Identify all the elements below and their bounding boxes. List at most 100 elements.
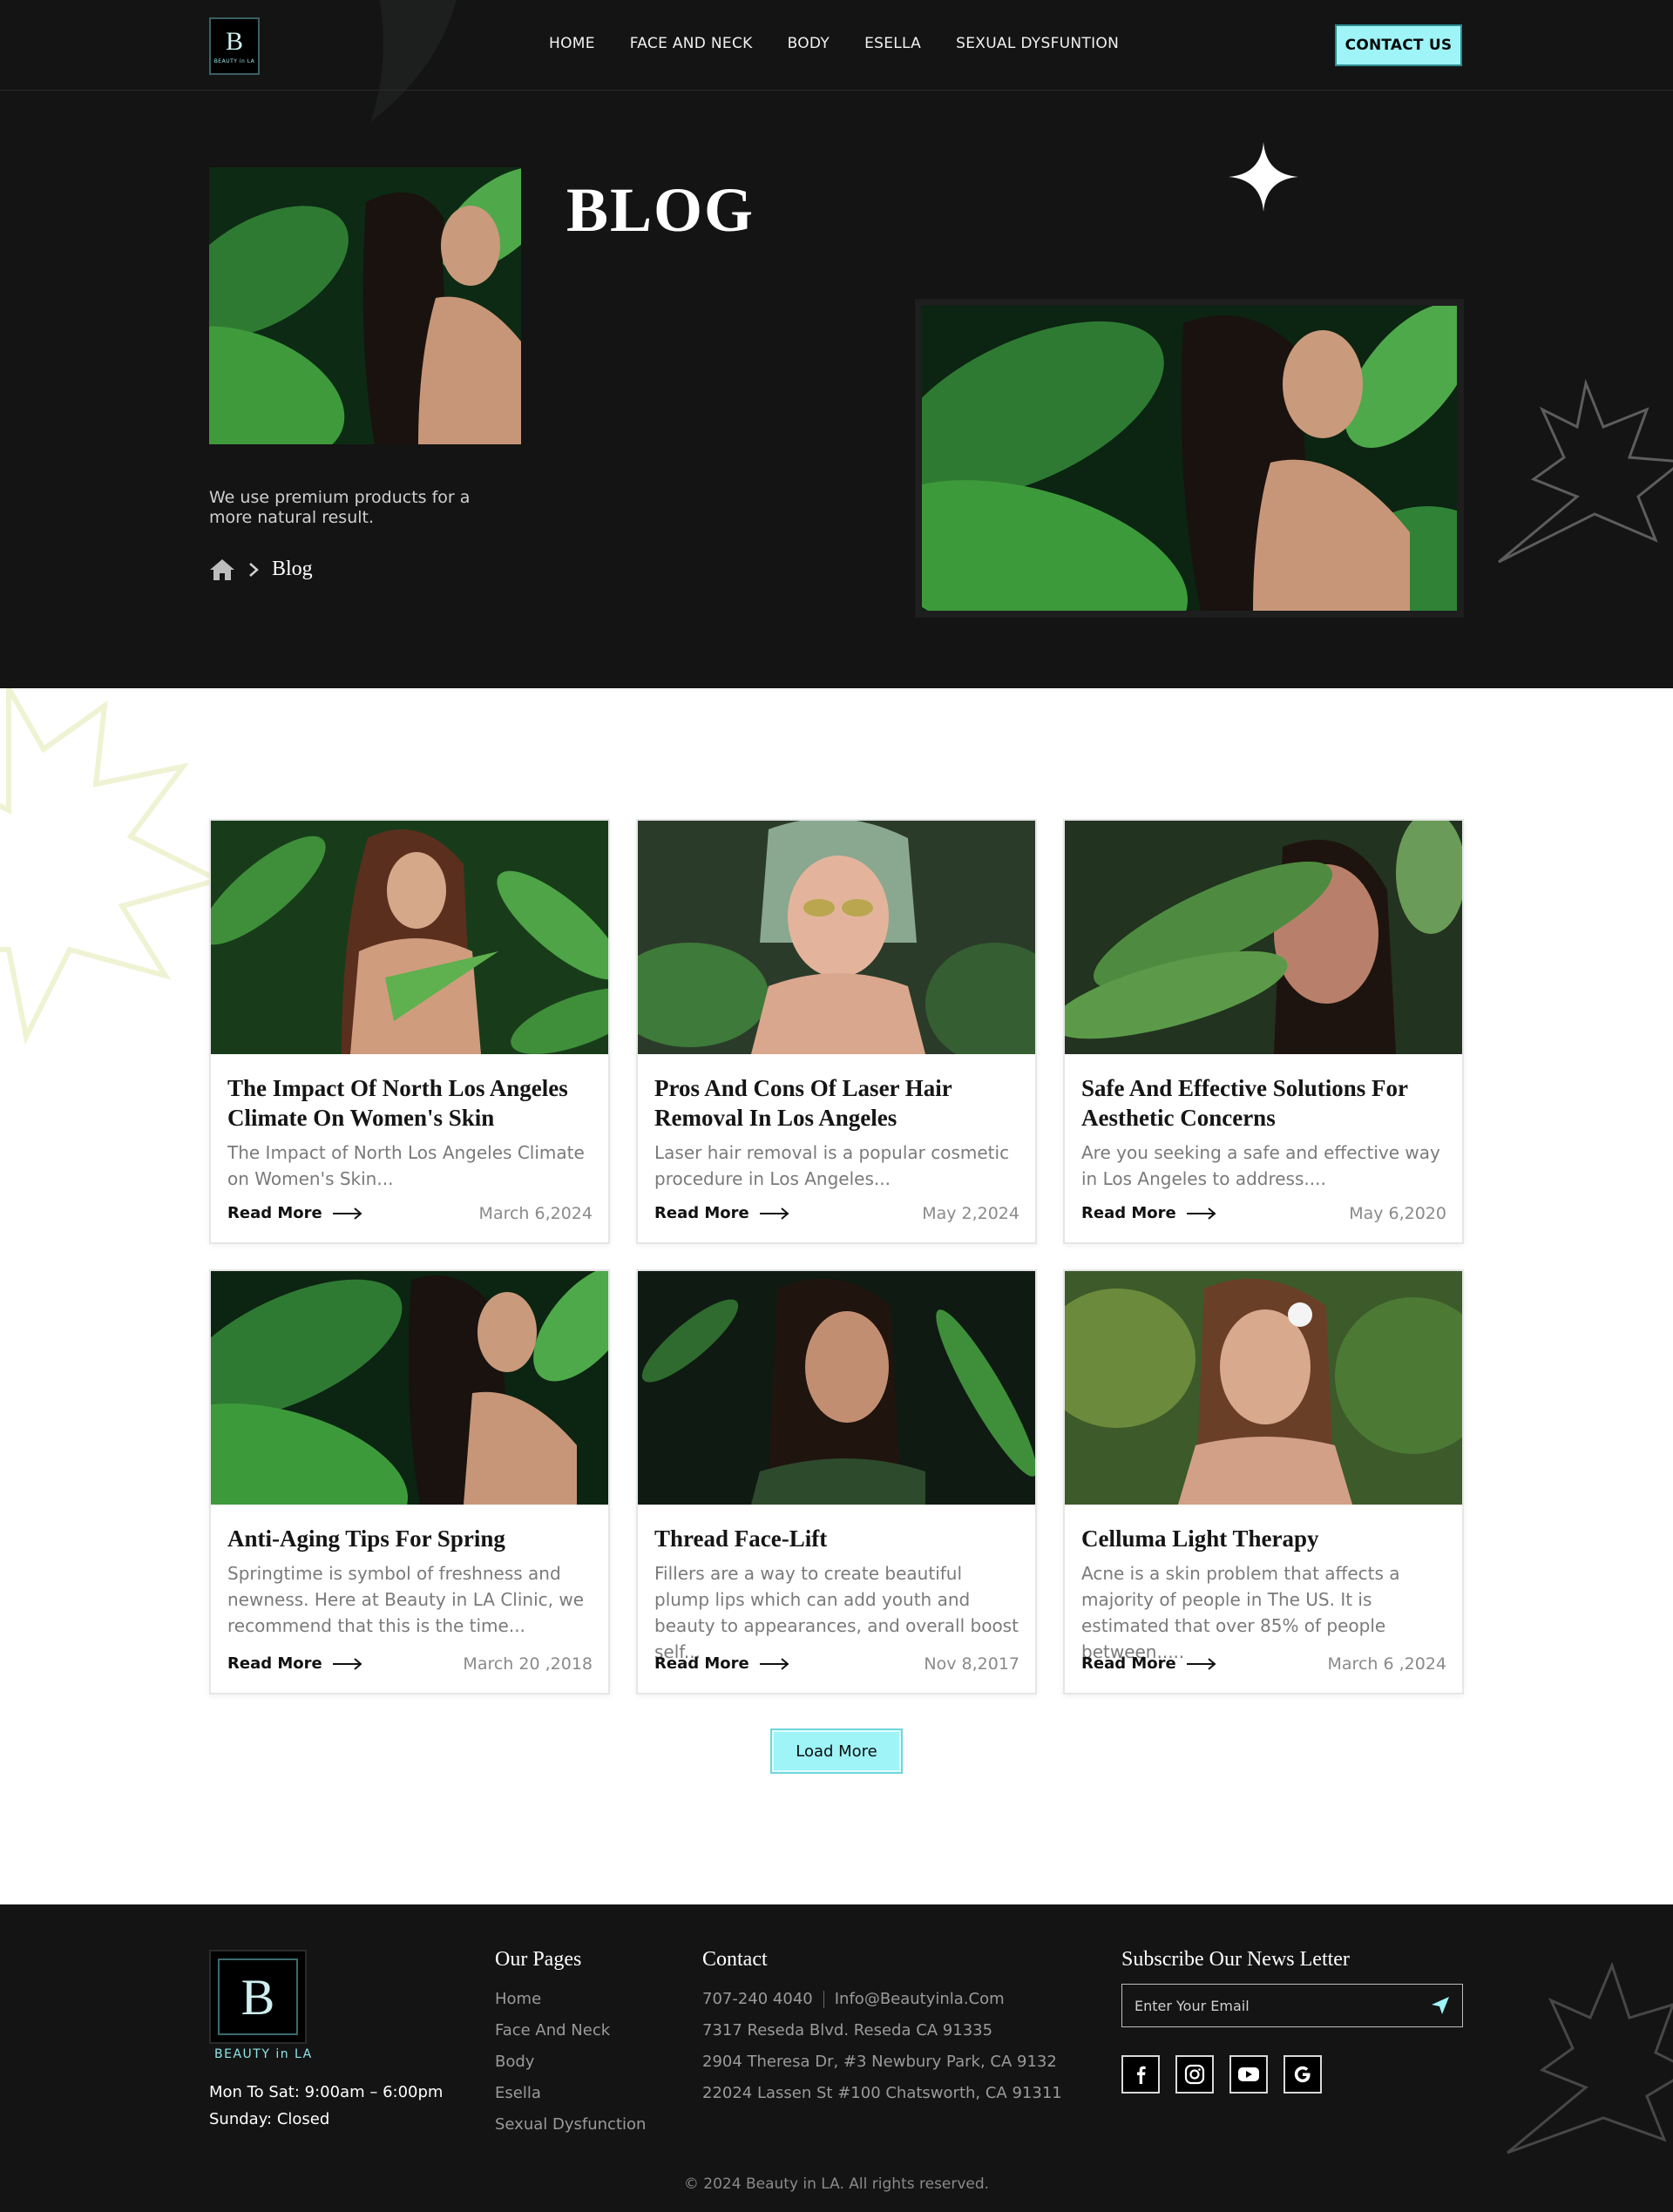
- blog-card[interactable]: Thread Face-Lift Fillers are a way to cr…: [636, 1269, 1037, 1695]
- maple-leaf-decoration-left: [0, 688, 226, 1045]
- contact-phone-email-row: 707-240 4040 Info@Beautyinla.Com: [702, 1984, 1062, 2015]
- footer-link-sexual-dysfunction[interactable]: Sexual Dysfunction: [495, 2109, 646, 2141]
- read-more-link[interactable]: Read More: [227, 1204, 362, 1222]
- social-links: [1121, 2055, 1463, 2094]
- breadcrumb-current: Blog: [272, 558, 313, 580]
- maple-leaf-decoration-footer: [1507, 1961, 1673, 2155]
- blog-card-excerpt: Acne is a skin problem that affects a ma…: [1081, 1563, 1400, 1662]
- read-more-label: Read More: [654, 1654, 749, 1673]
- arrow-right-icon: [332, 1657, 362, 1670]
- footer-link-face-and-neck[interactable]: Face And Neck: [495, 2015, 646, 2046]
- newsletter-email-input[interactable]: [1135, 1997, 1396, 2014]
- nav-body[interactable]: BODY: [788, 35, 830, 52]
- blog-card-title[interactable]: Anti-Aging Tips For Spring: [227, 1524, 593, 1553]
- blog-card-excerpt: Laser hair removal is a popular cosmetic…: [654, 1142, 1010, 1189]
- footer-logo[interactable]: B: [209, 1950, 307, 2044]
- blog-card-title[interactable]: Safe And Effective Solutions For Aesthet…: [1081, 1073, 1447, 1133]
- footer-pages: Our Pages Home Face And Neck Body Esella…: [495, 1948, 646, 2141]
- footer-newsletter: Subscribe Our News Letter: [1121, 1948, 1463, 2094]
- footer-brand: BEAUTY in LA: [214, 2047, 313, 2061]
- read-more-link[interactable]: Read More: [227, 1654, 362, 1673]
- footer-contact: Contact 707-240 4040 Info@Beautyinla.Com…: [702, 1948, 1062, 2109]
- hero-image-large: [915, 299, 1464, 618]
- nav-home[interactable]: HOME: [549, 35, 595, 52]
- blog-card-date: March 6 ,2024: [1327, 1654, 1446, 1674]
- footer-link-home[interactable]: Home: [495, 1984, 646, 2015]
- blog-card-image[interactable]: [1065, 1271, 1462, 1505]
- instagram-icon[interactable]: [1175, 2055, 1214, 2094]
- hours-sunday: Sunday: Closed: [209, 2110, 330, 2128]
- contact-email[interactable]: Info@Beautyinla.Com: [835, 1984, 1005, 2015]
- send-icon[interactable]: [1431, 1996, 1450, 2015]
- blog-card-title[interactable]: The Impact Of North Los Angeles Climate …: [227, 1073, 593, 1133]
- footer-contact-title: Contact: [702, 1948, 768, 1971]
- read-more-label: Read More: [227, 1654, 322, 1673]
- blog-card-title[interactable]: Pros And Cons Of Laser Hair Removal In L…: [654, 1073, 1020, 1133]
- facebook-icon[interactable]: [1121, 2055, 1160, 2094]
- site-logo[interactable]: B BEAUTY in LA: [209, 17, 260, 75]
- chevron-right-icon: [249, 562, 259, 577]
- main-nav: HOME FACE AND NECK BODY ESELLA SEXUAL DY…: [549, 35, 1119, 52]
- copyright: © 2024 Beauty in LA. All rights reserved…: [683, 2175, 990, 2193]
- blog-card-date: Nov 8,2017: [924, 1654, 1019, 1674]
- blog-card-excerpt: Fillers are a way to create beautiful pl…: [654, 1563, 1019, 1662]
- footer-pages-title: Our Pages: [495, 1948, 582, 1971]
- blog-card-excerpt: The Impact of North Los Angeles Climate …: [227, 1142, 585, 1189]
- load-more-button[interactable]: Load More: [772, 1730, 901, 1772]
- hero-image-small: [209, 167, 521, 444]
- nav-face-and-neck[interactable]: FACE AND NECK: [630, 35, 753, 52]
- nav-esella[interactable]: ESELLA: [864, 35, 921, 52]
- breadcrumb: Blog: [209, 558, 313, 581]
- contact-phone[interactable]: 707-240 4040: [702, 1984, 813, 2015]
- blog-card-date: May 6,2020: [1349, 1204, 1446, 1223]
- logo-text: BEAUTY in LA: [213, 57, 255, 64]
- read-more-link[interactable]: Read More: [654, 1204, 789, 1222]
- read-more-label: Read More: [227, 1204, 322, 1222]
- arrow-right-icon: [1186, 1207, 1216, 1220]
- blog-card-image[interactable]: [1065, 821, 1462, 1054]
- read-more-link[interactable]: Read More: [1081, 1654, 1216, 1673]
- blog-card[interactable]: Pros And Cons Of Laser Hair Removal In L…: [636, 819, 1037, 1244]
- contact-separator: [823, 1991, 824, 2008]
- nav-sexual-dysfunction[interactable]: SEXUAL DYSFUNTION: [956, 35, 1119, 52]
- blog-card[interactable]: The Impact Of North Los Angeles Climate …: [209, 819, 610, 1244]
- blog-card-excerpt: Are you seeking a safe and effective way…: [1081, 1142, 1440, 1189]
- newsletter-form: [1121, 1984, 1463, 2027]
- arrow-right-icon: [759, 1207, 789, 1220]
- arrow-right-icon: [759, 1657, 789, 1670]
- blog-card-date: May 2,2024: [922, 1204, 1019, 1223]
- hero-subtitle: We use premium products for a more natur…: [209, 488, 471, 527]
- blog-card-image[interactable]: [211, 821, 608, 1054]
- arrow-right-icon: [332, 1207, 362, 1220]
- home-icon[interactable]: [209, 558, 235, 581]
- read-more-link[interactable]: Read More: [654, 1654, 789, 1673]
- contact-address: 2904 Theresa Dr, #3 Newbury Park, CA 913…: [702, 2053, 1057, 2071]
- logo-mark: B: [225, 26, 243, 56]
- blog-card[interactable]: Safe And Effective Solutions For Aesthet…: [1063, 819, 1464, 1244]
- blog-card-image[interactable]: [638, 1271, 1035, 1505]
- blog-card[interactable]: Anti-Aging Tips For Spring Springtime is…: [209, 1269, 610, 1695]
- blog-card-title[interactable]: Thread Face-Lift: [654, 1524, 1020, 1553]
- google-icon[interactable]: [1284, 2055, 1322, 2094]
- hero-section: B BEAUTY in LA HOME FACE AND NECK BODY E…: [0, 0, 1673, 688]
- blog-card-excerpt: Springtime is symbol of freshness and ne…: [227, 1563, 585, 1636]
- footer-logo-frame: B: [218, 1958, 298, 2035]
- youtube-icon[interactable]: [1229, 2055, 1268, 2094]
- hours-weekdays: Mon To Sat: 9:00am – 6:00pm: [209, 2083, 444, 2101]
- read-more-link[interactable]: Read More: [1081, 1204, 1216, 1222]
- blog-card[interactable]: Celluma Light Therapy Acne is a skin pro…: [1063, 1269, 1464, 1695]
- read-more-label: Read More: [1081, 1204, 1176, 1222]
- read-more-label: Read More: [1081, 1654, 1176, 1673]
- arrow-right-icon: [1186, 1657, 1216, 1670]
- newsletter-title: Subscribe Our News Letter: [1121, 1948, 1350, 1971]
- footer-link-esella[interactable]: Esella: [495, 2078, 646, 2109]
- blog-card-date: March 6,2024: [478, 1204, 593, 1223]
- contact-us-button[interactable]: CONTACT US: [1335, 24, 1462, 66]
- read-more-label: Read More: [654, 1204, 749, 1222]
- blog-card-title[interactable]: Celluma Light Therapy: [1081, 1524, 1447, 1553]
- footer-link-body[interactable]: Body: [495, 2046, 646, 2078]
- business-hours: Mon To Sat: 9:00am – 6:00pm Sunday: Clos…: [209, 2079, 443, 2133]
- blog-card-date: March 20 ,2018: [463, 1654, 593, 1674]
- blog-card-image[interactable]: [638, 821, 1035, 1054]
- blog-card-image[interactable]: [211, 1271, 608, 1505]
